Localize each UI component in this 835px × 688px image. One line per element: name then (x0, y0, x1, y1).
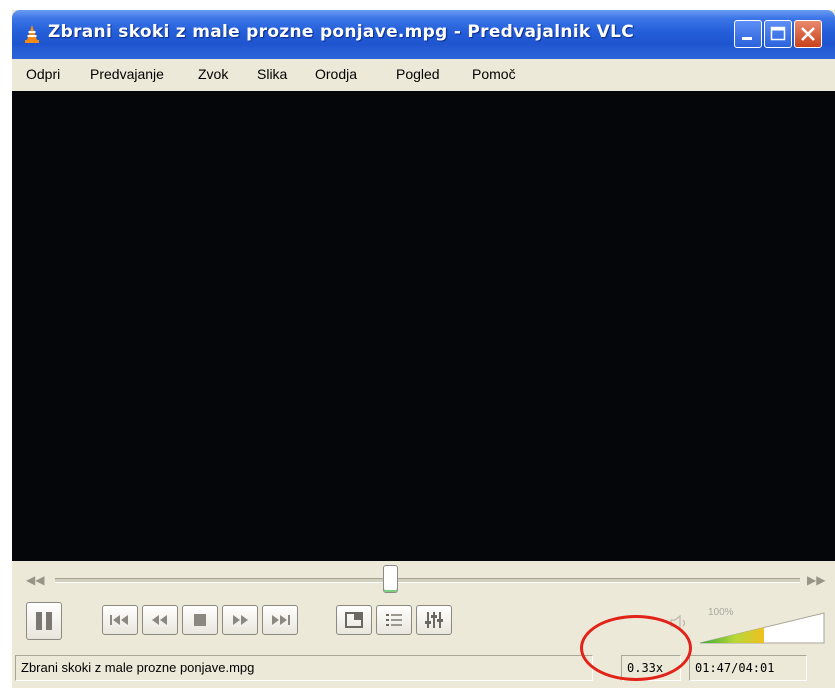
playlist-icon (386, 614, 402, 626)
pause-button[interactable] (26, 602, 62, 640)
status-time[interactable]: 01:47/04:01 (689, 655, 807, 681)
next-icon (272, 615, 290, 625)
menu-odpri[interactable]: Odpri (26, 66, 60, 82)
fullscreen-button[interactable] (336, 605, 372, 635)
seek-back-icon[interactable]: ◀◀ (26, 573, 44, 587)
close-icon (801, 27, 815, 41)
seek-row: ◀◀ ▶▶ (12, 561, 835, 599)
menu-pogled[interactable]: Pogled (396, 66, 440, 82)
rewind-icon (152, 615, 167, 625)
status-filename: Zbrani skoki z male prozne ponjave.mpg (15, 655, 593, 681)
rewind-button[interactable] (142, 605, 178, 635)
fast-forward-button[interactable] (222, 605, 258, 635)
seek-forward-icon[interactable]: ▶▶ (807, 573, 825, 587)
stop-icon (194, 614, 206, 626)
playlist-button[interactable] (376, 605, 412, 635)
menu-pomoc[interactable]: Pomoč (472, 66, 516, 82)
seek-slider-handle[interactable] (382, 565, 398, 593)
window-title: Zbrani skoki z male prozne ponjave.mpg -… (48, 22, 635, 42)
status-bar: Zbrani skoki z male prozne ponjave.mpg 0… (12, 651, 835, 688)
volume-slider[interactable] (698, 611, 826, 645)
menu-bar: Odpri Predvajanje Zvok Slika Orodja Pogl… (12, 59, 835, 91)
video-area[interactable] (12, 91, 835, 561)
menu-zvok[interactable]: Zvok (198, 66, 228, 82)
fast-forward-icon (233, 615, 248, 625)
equalizer-icon (425, 612, 443, 628)
minimize-button[interactable] (734, 20, 762, 48)
menu-slika[interactable]: Slika (257, 66, 287, 82)
maximize-button[interactable] (764, 20, 792, 48)
vlc-cone-icon (25, 25, 39, 43)
previous-icon (110, 615, 128, 625)
equalizer-button[interactable] (416, 605, 452, 635)
maximize-icon (770, 26, 786, 41)
pause-icon (36, 612, 52, 630)
close-button[interactable] (794, 20, 822, 48)
vlc-window: Zbrani skoki z male prozne ponjave.mpg -… (12, 10, 835, 688)
control-bar: 100% (12, 599, 835, 651)
previous-button[interactable] (102, 605, 138, 635)
seek-bar[interactable] (55, 578, 800, 583)
menu-orodja[interactable]: Orodja (315, 66, 357, 82)
minimize-icon (742, 37, 752, 40)
fullscreen-icon (345, 612, 363, 628)
title-bar[interactable]: Zbrani skoki z male prozne ponjave.mpg -… (12, 10, 835, 59)
stop-button[interactable] (182, 605, 218, 635)
menu-predvajanje[interactable]: Predvajanje (90, 66, 164, 82)
annotation-circle (580, 615, 692, 681)
next-button[interactable] (262, 605, 298, 635)
